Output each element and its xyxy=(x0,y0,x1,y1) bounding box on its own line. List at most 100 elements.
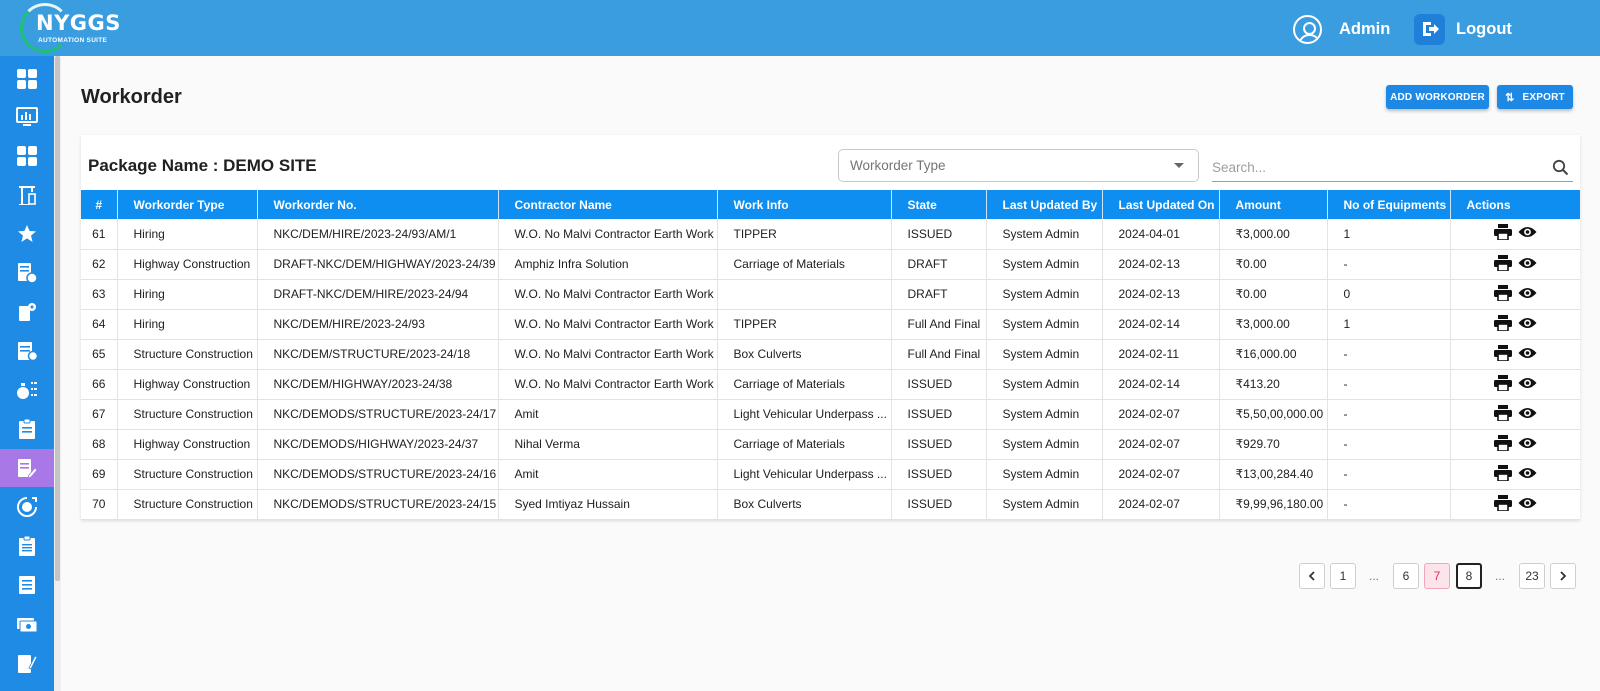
view-icon[interactable] xyxy=(1518,466,1537,483)
workorder-type-select[interactable]: Workorder Type xyxy=(838,149,1199,182)
column-header-contractor-name[interactable]: Contractor Name xyxy=(498,190,718,219)
column-header-state[interactable]: State xyxy=(891,190,987,219)
cell-last-updated-by: System Admin xyxy=(986,339,1103,370)
sidebar-item-refunds[interactable] xyxy=(0,488,54,526)
sidebar-item-favorites[interactable] xyxy=(0,215,54,253)
cell-no-of-equipments: 1 xyxy=(1327,309,1451,340)
cell-state: ISSUED xyxy=(891,489,987,520)
column-header-last-updated-on[interactable]: Last Updated On xyxy=(1102,190,1220,219)
sidebar-item-cash[interactable] xyxy=(0,605,54,643)
table-row[interactable]: 62 Highway Construction DRAFT-NKC/DEM/HIGH… xyxy=(81,249,1580,280)
sidebar-item-notes[interactable] xyxy=(0,644,54,682)
user-menu[interactable]: Admin xyxy=(1293,13,1390,45)
column-header-index[interactable]: # xyxy=(81,190,118,219)
column-header-work-info[interactable]: Work Info xyxy=(717,190,892,219)
view-icon[interactable] xyxy=(1518,256,1537,273)
table-row[interactable]: 69 Structure Construction NKC/DEMODS/STRUC… xyxy=(81,459,1580,490)
cell-row-index: 61 xyxy=(81,219,118,250)
sidebar-item-payments[interactable] xyxy=(0,371,54,409)
table-row[interactable]: 70 Structure Construction NKC/DEMODS/STRUC… xyxy=(81,489,1580,520)
print-icon[interactable] xyxy=(1493,254,1512,274)
page-button-1[interactable]: 1 xyxy=(1330,563,1356,589)
page-button-8[interactable]: 8 xyxy=(1456,563,1482,589)
logout-button[interactable]: Logout xyxy=(1414,13,1512,45)
export-label: EXPORT xyxy=(1522,91,1565,103)
table-row[interactable]: 67 Structure Construction NKC/DEMODS/STRUC… xyxy=(81,399,1580,430)
view-icon[interactable] xyxy=(1518,225,1537,242)
prev-page-button[interactable] xyxy=(1299,563,1325,589)
view-icon[interactable] xyxy=(1518,316,1537,333)
cash-icon xyxy=(17,618,38,633)
cell-contractor-name: W.O. No Malvi Contractor Earth Work xyxy=(498,279,718,310)
print-icon[interactable] xyxy=(1493,494,1512,514)
next-page-button[interactable] xyxy=(1550,563,1576,589)
cell-state: ISSUED xyxy=(891,399,987,430)
cell-workorder-no: NKC/DEMODS/HIGHWAY/2023-24/37 xyxy=(257,429,499,460)
cell-workorder-type: Structure Construction xyxy=(117,399,258,430)
table-row[interactable]: 61 Hiring NKC/DEM/HIRE/2023-24/93/AM/1 W.O.… xyxy=(81,219,1580,250)
cell-last-updated-on: 2024-02-14 xyxy=(1102,309,1220,340)
sidebar-item-inventory[interactable] xyxy=(0,527,54,565)
table-row[interactable]: 66 Highway Construction NKC/DEM/HIGHWAY/20… xyxy=(81,369,1580,400)
search-icon[interactable] xyxy=(1552,159,1569,176)
sidebar-item-approvals[interactable] xyxy=(0,332,54,370)
cell-contractor-name: Syed Imtiyaz Hussain xyxy=(498,489,718,520)
sidebar-item-billing[interactable] xyxy=(0,254,54,292)
view-icon[interactable] xyxy=(1518,286,1537,303)
cell-workorder-no: NKC/DEMODS/STRUCTURE/2023-24/16 xyxy=(257,459,499,490)
view-icon[interactable] xyxy=(1518,496,1537,513)
cell-contractor-name: Amit xyxy=(498,459,718,490)
print-icon[interactable] xyxy=(1493,284,1512,304)
column-header-workorder-type[interactable]: Workorder Type xyxy=(117,190,258,219)
sidebar-item-tasks[interactable] xyxy=(0,410,54,448)
page-button-6[interactable]: 6 xyxy=(1393,563,1419,589)
cell-no-of-equipments: - xyxy=(1327,459,1451,490)
pagination: 1 ... 6 7 8 ... 23 xyxy=(0,563,1600,589)
table-row[interactable]: 63 Hiring DRAFT-NKC/DEM/HIRE/2023-24/94 W.O… xyxy=(81,279,1580,310)
cell-last-updated-by: System Admin xyxy=(986,459,1103,490)
cell-amount: ₹9,99,96,180.00 xyxy=(1219,489,1328,520)
sidebar-item-dashboard[interactable] xyxy=(0,60,54,98)
sidebar-item-workorder[interactable] xyxy=(0,449,54,487)
sidebar-item-settings-docs[interactable] xyxy=(0,293,54,331)
user-icon xyxy=(1293,14,1322,44)
print-icon[interactable] xyxy=(1493,464,1512,484)
view-icon[interactable] xyxy=(1518,436,1537,453)
column-header-no-of-equipments[interactable]: No of Equipments xyxy=(1327,190,1451,219)
sidebar-item-grid[interactable] xyxy=(0,137,54,175)
money-bag-list-icon xyxy=(17,382,37,399)
print-icon[interactable] xyxy=(1493,224,1512,243)
sidebar-item-monitor[interactable] xyxy=(0,98,54,136)
print-icon[interactable] xyxy=(1493,434,1512,454)
scrollbar-thumb[interactable] xyxy=(55,56,60,581)
column-header-workorder-no[interactable]: Workorder No. xyxy=(257,190,499,219)
app-logo[interactable]: NYGGS AUTOMATION SUITE xyxy=(20,3,120,53)
table-row[interactable]: 65 Structure Construction NKC/DEM/STRUCTUR… xyxy=(81,339,1580,370)
clipboard-icon xyxy=(19,535,35,556)
cell-last-updated-on: 2024-02-13 xyxy=(1102,249,1220,280)
add-workorder-button[interactable]: ADD WORKORDER xyxy=(1386,85,1489,109)
view-icon[interactable] xyxy=(1518,346,1537,363)
column-header-last-updated-by[interactable]: Last Updated By xyxy=(986,190,1103,219)
sidebar-item-crane[interactable] xyxy=(0,176,54,214)
page-button-23[interactable]: 23 xyxy=(1519,563,1545,589)
table-row[interactable]: 64 Hiring NKC/DEM/HIRE/2023-24/93 W.O. No M… xyxy=(81,309,1580,340)
cell-row-index: 68 xyxy=(81,429,118,460)
print-icon[interactable] xyxy=(1493,404,1512,424)
cell-no-of-equipments: - xyxy=(1327,429,1451,460)
sidebar-scrollbar[interactable] xyxy=(54,56,61,691)
cell-workorder-no: NKC/DEM/STRUCTURE/2023-24/18 xyxy=(257,339,499,370)
cell-amount: ₹3,000.00 xyxy=(1219,219,1328,250)
table-row[interactable]: 68 Highway Construction NKC/DEMODS/HIGHWAY… xyxy=(81,429,1580,460)
column-header-amount[interactable]: Amount xyxy=(1219,190,1328,219)
print-icon[interactable] xyxy=(1493,344,1512,364)
view-icon[interactable] xyxy=(1518,376,1537,393)
page-button-7-current[interactable]: 7 xyxy=(1424,563,1450,589)
print-icon[interactable] xyxy=(1493,374,1512,394)
print-icon[interactable] xyxy=(1493,314,1512,334)
view-icon[interactable] xyxy=(1518,406,1537,423)
search-input[interactable] xyxy=(1212,154,1532,180)
cell-row-index: 62 xyxy=(81,249,118,280)
star-icon xyxy=(18,225,36,242)
export-button[interactable]: ⇅ EXPORT xyxy=(1497,85,1573,109)
